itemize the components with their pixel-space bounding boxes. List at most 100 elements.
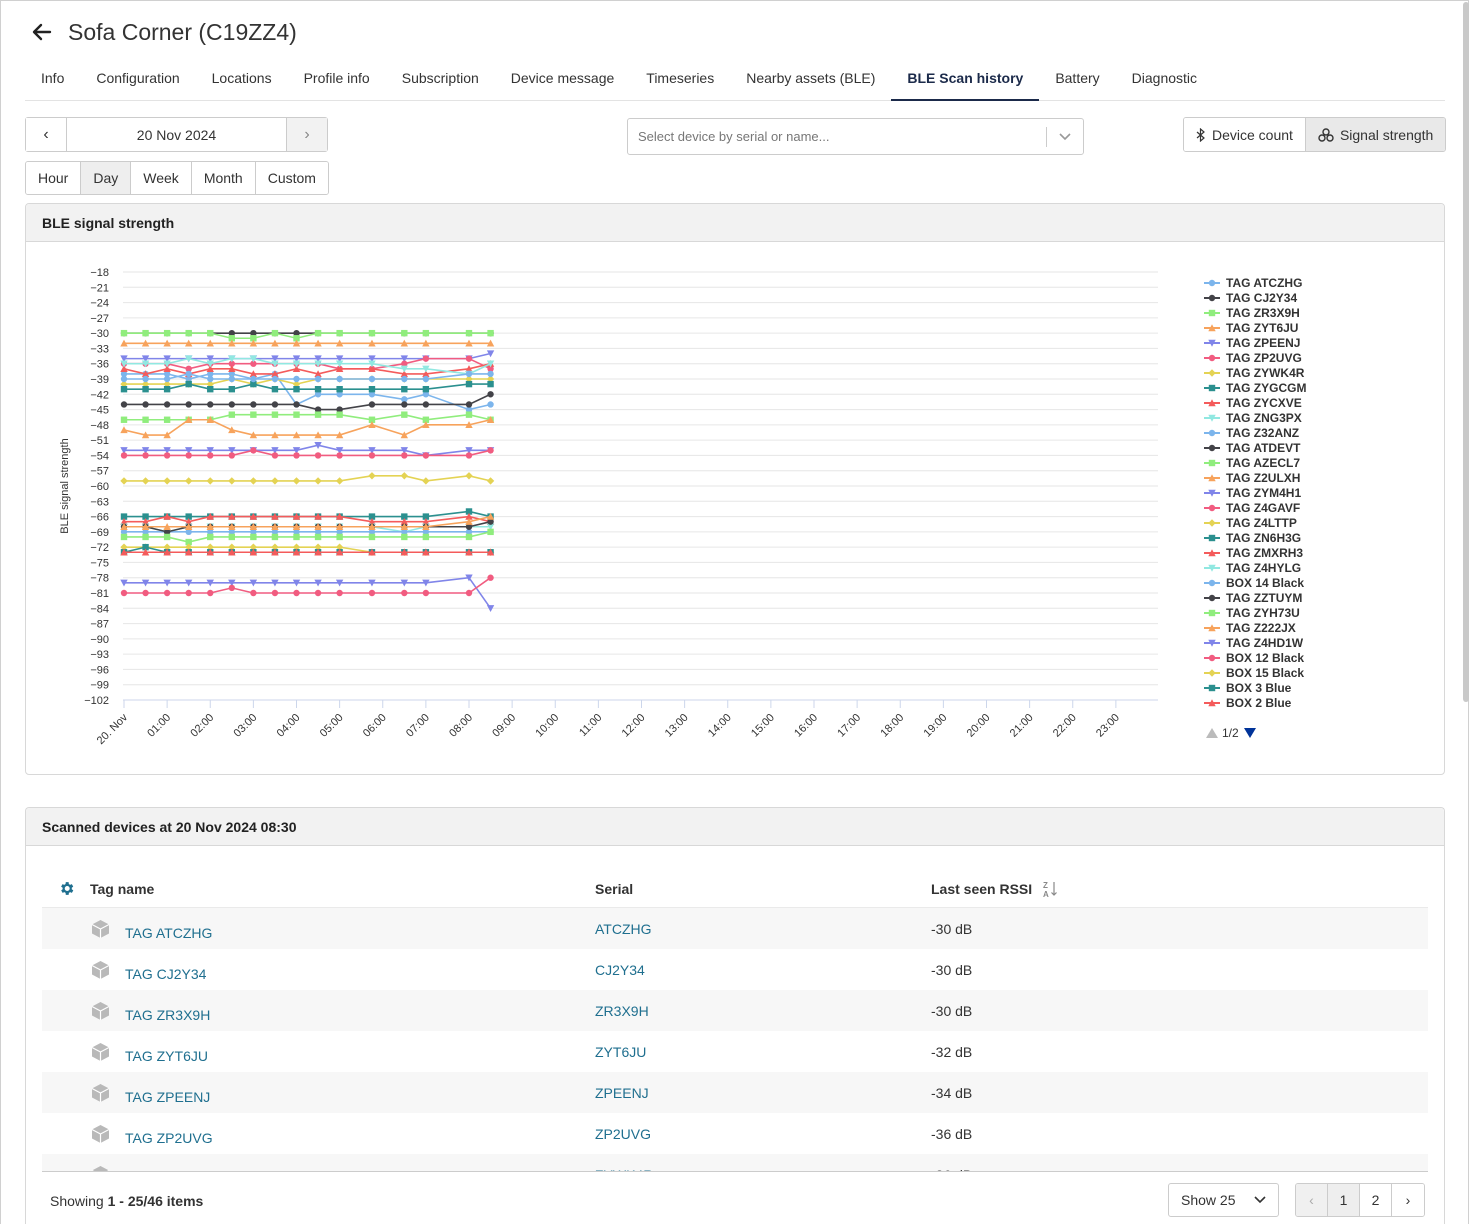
table-row[interactable]: TAG ZYT6JU ZYT6JU -32 dB	[42, 1031, 1428, 1072]
data-point	[1208, 609, 1216, 617]
data-point	[185, 329, 192, 337]
bluetooth-icon	[1196, 127, 1205, 142]
data-point	[465, 329, 473, 337]
tab-info[interactable]: Info	[25, 62, 80, 101]
y-tick-label: −72	[90, 542, 109, 554]
table-row[interactable]: TAG ZP2UVG ZP2UVG -36 dB	[42, 1113, 1428, 1154]
table-row[interactable]: TAG ZR3X9H ZR3X9H -30 dB	[42, 990, 1428, 1031]
serial-link[interactable]: ZP2UVG	[595, 1126, 931, 1142]
table-row[interactable]: TAG ZYWK4RZYWK4R-36 dB	[42, 1154, 1428, 1172]
tab-diagnostic[interactable]: Diagnostic	[1116, 62, 1213, 101]
sort-za-icon[interactable]: Z A	[1042, 880, 1058, 898]
serial-link[interactable]: CJ2Y34	[595, 962, 931, 978]
tab-nearby-assets[interactable]: Nearby assets (BLE)	[730, 62, 891, 101]
data-point	[1208, 429, 1216, 437]
pager-next-button[interactable]: ›	[1392, 1184, 1424, 1216]
period-day-button[interactable]: Day	[81, 162, 132, 194]
data-point	[1208, 294, 1216, 302]
signal-strength-button[interactable]: Signal strength	[1304, 118, 1446, 151]
data-point	[422, 329, 430, 337]
tab-profile-info[interactable]: Profile info	[288, 62, 386, 101]
serial-link[interactable]: ZYT6JU	[595, 1044, 931, 1060]
cubes-icon	[1318, 127, 1334, 142]
tab-ble-scan-history[interactable]: BLE Scan history	[891, 62, 1040, 101]
serial-link[interactable]: ZR3X9H	[595, 1003, 931, 1019]
tab-timeseries[interactable]: Timeseries	[630, 62, 730, 101]
pager-page-1[interactable]: 1	[1328, 1184, 1360, 1216]
data-point	[465, 589, 473, 597]
data-point	[465, 533, 473, 541]
data-point	[401, 401, 408, 408]
cube-icon	[42, 919, 125, 939]
y-tick-label: −57	[90, 466, 109, 478]
tab-locations[interactable]: Locations	[196, 62, 288, 101]
data-point	[465, 401, 473, 408]
column-tag-name[interactable]: Tag name	[90, 881, 595, 897]
column-rssi[interactable]: Last seen RSSI Z A	[931, 880, 1058, 898]
data-point	[142, 416, 149, 423]
tag-name-link[interactable]: TAG ZP2UVG	[125, 1122, 595, 1146]
pager-page-2[interactable]: 2	[1360, 1184, 1392, 1216]
rssi-value: -30 dB	[931, 1002, 973, 1019]
x-tick-label: 10:00	[533, 712, 561, 740]
table-body: TAG ATCZHG ATCZHG -30 dB TAG CJ2Y34 CJ2Y34 -3…	[42, 908, 1428, 1172]
tag-name-link[interactable]: TAG CJ2Y34	[125, 958, 595, 982]
data-point	[1208, 369, 1216, 377]
period-custom-button[interactable]: Custom	[255, 162, 328, 194]
tag-name-link[interactable]: TAG ATCZHG	[125, 917, 595, 941]
table-row[interactable]: TAG ATCZHG ATCZHG -30 dB	[42, 908, 1428, 949]
serial-link[interactable]: ATCZHG	[595, 921, 931, 937]
serial-link[interactable]: ZPEENJ	[595, 1085, 931, 1101]
y-tick-label: −84	[90, 603, 109, 615]
data-point	[314, 329, 322, 337]
data-point	[314, 411, 322, 418]
data-point	[120, 589, 128, 597]
data-point	[1208, 354, 1216, 362]
data-point	[293, 533, 300, 541]
device-count-button[interactable]: Device count	[1184, 118, 1305, 151]
cube-icon	[42, 1083, 125, 1103]
serial-link[interactable]: ZYWK4R	[595, 1167, 931, 1172]
page-scrollbar[interactable]	[1463, 2, 1469, 702]
cube-icon	[42, 1124, 125, 1144]
table-row[interactable]: TAG CJ2Y34 CJ2Y34 -30 dB	[42, 949, 1428, 990]
showing-prefix: Showing	[50, 1193, 108, 1209]
data-point	[1208, 534, 1216, 542]
tab-subscription[interactable]: Subscription	[386, 62, 495, 101]
legend-item: TAG Z4HYLG	[1226, 561, 1301, 575]
next-date-button[interactable]: ›	[286, 118, 327, 151]
period-month-button[interactable]: Month	[191, 162, 256, 194]
legend-item: TAG ZYH73U	[1226, 606, 1300, 620]
data-point	[401, 329, 408, 337]
data-point	[271, 533, 279, 541]
pager-prev-button[interactable]: ‹	[1296, 1184, 1328, 1216]
legend-item: TAG ATCZHG	[1226, 276, 1302, 290]
tag-name-link[interactable]: TAG ZPEENJ	[125, 1081, 595, 1105]
data-point	[142, 452, 149, 459]
period-week-button[interactable]: Week	[131, 162, 192, 194]
data-point	[250, 447, 257, 454]
data-point	[228, 411, 236, 418]
page-size-select[interactable]: Show 25	[1168, 1183, 1279, 1217]
y-tick-label: −60	[90, 481, 109, 493]
chevron-down-icon[interactable]	[1047, 132, 1083, 142]
tab-device-message[interactable]: Device message	[495, 62, 631, 101]
data-point	[336, 589, 343, 597]
table-row[interactable]: TAG ZPEENJ ZPEENJ -34 dB	[42, 1072, 1428, 1113]
tag-name-link[interactable]: TAG ZYT6JU	[125, 1040, 595, 1064]
column-settings-button[interactable]	[42, 880, 90, 897]
legend-up-arrow	[1206, 728, 1218, 738]
x-tick-label: 15:00	[749, 712, 777, 740]
tag-name-link[interactable]: TAG ZR3X9H	[125, 999, 595, 1023]
tag-name-link[interactable]: TAG ZYWK4R	[125, 1163, 595, 1172]
back-arrow-icon[interactable]	[30, 20, 54, 44]
data-point	[422, 589, 430, 597]
data-point	[271, 452, 279, 459]
tab-battery[interactable]: Battery	[1039, 62, 1115, 101]
column-serial[interactable]: Serial	[595, 881, 931, 897]
period-hour-button[interactable]: Hour	[26, 162, 82, 194]
prev-date-button[interactable]: ‹	[26, 118, 67, 151]
tab-configuration[interactable]: Configuration	[80, 62, 195, 101]
signal-strength-label: Signal strength	[1339, 126, 1434, 143]
device-select[interactable]: Select device by serial or name...	[627, 118, 1084, 155]
